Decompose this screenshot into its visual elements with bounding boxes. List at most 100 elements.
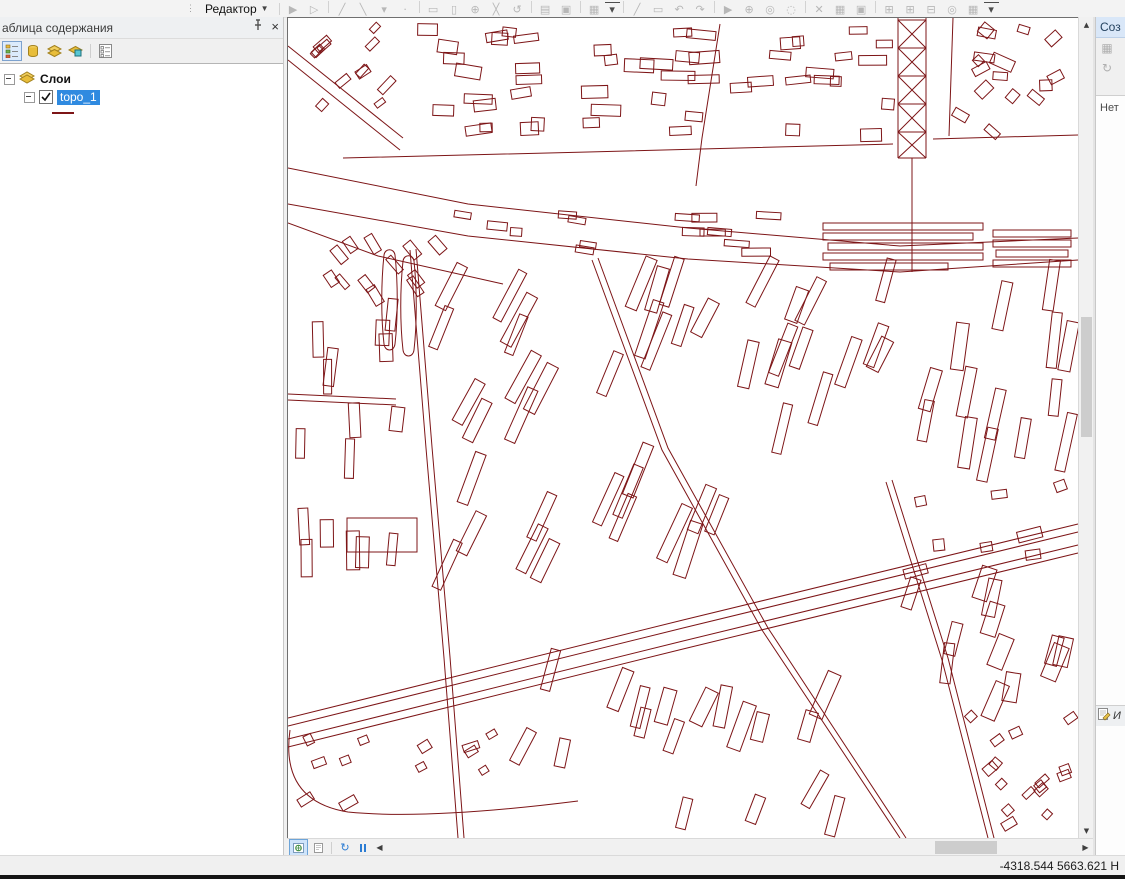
list-by-source-icon[interactable] <box>23 41 43 61</box>
data-view-button[interactable] <box>289 839 308 856</box>
split-tool-icon[interactable]: ╳ <box>486 2 507 18</box>
select-features-icon[interactable]: ▶ <box>718 2 739 18</box>
toolbar-separator <box>419 1 420 13</box>
horizontal-scroll-thumb[interactable] <box>935 841 997 854</box>
list-by-visibility-icon[interactable] <box>44 41 64 61</box>
explode-tool-icon[interactable]: ⊞ <box>879 2 900 18</box>
move-tool-icon[interactable]: ⊕ <box>739 2 760 18</box>
toolbar-separator <box>328 1 329 13</box>
arcmap-window: ⋮ Редактор ▼ ▶▷╱╲▾·▭▯⊕╳↺▤▣▦▾╱▭↶↷▶⊕◎◌✕▦▣⊞… <box>0 0 1125 879</box>
scrollbar-separator <box>331 842 332 854</box>
construction-tools-icon <box>1098 708 1111 724</box>
map-canvas[interactable] <box>287 17 1079 839</box>
layer-name-label[interactable]: topo_1 <box>57 90 100 105</box>
status-bar: -4318.544 5663.621 Н <box>0 855 1125 876</box>
toc-toolbar-separator <box>90 44 91 58</box>
taskbar-edge <box>0 875 1125 879</box>
map-horizontal-scrollbar[interactable]: ↻ ◀ ▶ <box>287 838 1093 856</box>
edit-annotation-tool-icon[interactable]: ▷ <box>304 2 325 18</box>
toc-toolbar <box>0 39 283 63</box>
snapping-tool-icon[interactable]: ╱ <box>627 2 648 18</box>
construction-dropdown-icon[interactable]: ▾ <box>374 2 395 18</box>
toc-options-icon[interactable] <box>95 41 115 61</box>
construct-points-icon[interactable]: ⊞ <box>900 2 921 18</box>
attributes-button-icon[interactable]: ▤ <box>535 2 556 18</box>
templates-list: Нет <box>1096 95 1125 706</box>
rotate-tool-icon[interactable]: ↺ <box>507 2 528 18</box>
layer-visibility-checkbox[interactable] <box>39 90 53 104</box>
redo-icon[interactable]: ↷ <box>690 2 711 18</box>
create-features-icon[interactable]: ▦ <box>584 2 605 18</box>
templates-icon[interactable]: ▦ <box>1096 38 1118 58</box>
toolbar-drag-handle-icon[interactable]: ⋮ <box>186 3 195 14</box>
collapse-icon[interactable] <box>24 92 35 103</box>
map-vertical-scrollbar[interactable]: ▲ ▼ <box>1078 17 1094 838</box>
undo-icon[interactable]: ↶ <box>669 2 690 18</box>
save-edits-icon[interactable]: ▭ <box>648 2 669 18</box>
hatch-tool-icon[interactable]: ▦ <box>830 2 851 18</box>
vertical-scroll-thumb[interactable] <box>1081 317 1092 437</box>
map-roads-layer <box>288 18 1078 838</box>
construction-tools-body <box>1096 726 1125 855</box>
annotation-tool-icon[interactable]: ▣ <box>851 2 872 18</box>
no-templates-text: Нет <box>1100 102 1125 114</box>
sketch-properties-icon[interactable]: ▣ <box>556 2 577 18</box>
create-features-panel: Соз ▦ ↻ Нет И <box>1095 17 1125 855</box>
feature-construction-icon[interactable]: ⊕ <box>465 2 486 18</box>
layer-row[interactable]: topo_1 <box>0 88 283 106</box>
editor-overflow-icon[interactable]: ▾ <box>605 2 620 16</box>
close-icon[interactable]: × <box>271 21 279 33</box>
construction-tools-label: И <box>1113 710 1121 722</box>
toolbar-separator <box>580 1 581 13</box>
layout-view-button[interactable] <box>310 840 327 855</box>
toolbar-separator <box>875 1 876 13</box>
layers-group-label: Слои <box>40 72 71 86</box>
table-of-contents-panel: аблица содержания × Слои <box>0 17 284 855</box>
toc-title: аблица содержания <box>2 21 113 35</box>
midpoint-tool-icon[interactable]: · <box>395 2 416 18</box>
coordinate-readout: -4318.544 5663.621 Н <box>1000 859 1119 873</box>
toolbar-spacer <box>0 0 184 17</box>
horizontal-scroll-track[interactable] <box>387 840 1078 855</box>
cut-polygons-tool-icon[interactable]: ▭ <box>423 2 444 18</box>
edit-tool-icon[interactable]: ▶ <box>283 2 304 18</box>
scroll-right-icon[interactable]: ▶ <box>1078 843 1093 852</box>
construction-tools-header[interactable]: И <box>1096 705 1125 727</box>
refresh-view-icon[interactable]: ↻ <box>336 841 354 854</box>
endpoint-arc-tool-icon[interactable]: ╲ <box>353 2 374 18</box>
buffer-tool-icon[interactable]: ◎ <box>942 2 963 18</box>
editor-menu-button[interactable]: Редактор ▼ <box>198 1 276 16</box>
pause-drawing-icon[interactable] <box>354 844 372 852</box>
toc-titlebar[interactable]: аблица содержания × <box>0 17 283 39</box>
layer-line-symbol[interactable] <box>52 112 74 114</box>
scroll-left-icon[interactable]: ◀ <box>372 843 387 852</box>
list-by-drawing-order-icon[interactable] <box>2 41 22 61</box>
create-features-titlebar[interactable]: Соз <box>1096 17 1125 38</box>
toolbar-separator <box>531 1 532 13</box>
chevron-down-icon: ▼ <box>261 4 269 13</box>
create-features-title: Соз <box>1100 20 1121 34</box>
toolbar-separator <box>714 1 715 13</box>
scroll-down-icon[interactable]: ▼ <box>1079 823 1094 838</box>
editor-menu-label: Редактор <box>205 2 257 16</box>
copy-parallel-icon[interactable]: ⊟ <box>921 2 942 18</box>
scroll-up-icon[interactable]: ▲ <box>1079 17 1094 32</box>
target-tool-icon[interactable]: ◌ <box>781 2 802 18</box>
pin-icon[interactable] <box>253 19 263 34</box>
list-by-selection-icon[interactable] <box>65 41 85 61</box>
grid-tool-icon[interactable]: ▦ <box>963 2 984 18</box>
map-drawing <box>288 18 1079 839</box>
editor-toolbar: ⋮ Редактор ▼ ▶▷╱╲▾·▭▯⊕╳↺▤▣▦▾╱▭↶↷▶⊕◎◌✕▦▣⊞… <box>0 0 1125 18</box>
rotate-feature-icon[interactable]: ◎ <box>760 2 781 18</box>
toc-tree: Слои topo_1 <box>0 63 283 862</box>
layers-group-icon <box>19 71 36 87</box>
delete-tool-icon[interactable]: ✕ <box>809 2 830 18</box>
map-buildings-layer <box>296 22 1079 837</box>
toolbar-overflow-icon[interactable]: ▾ <box>984 2 999 16</box>
collapse-icon[interactable] <box>4 74 15 85</box>
reshape-feature-tool-icon[interactable]: ▯ <box>444 2 465 18</box>
toolbar-icons: ▶▷╱╲▾·▭▯⊕╳↺▤▣▦▾╱▭↶↷▶⊕◎◌✕▦▣⊞⊞⊟◎▦▾ <box>283 0 999 18</box>
straight-segment-tool-icon[interactable]: ╱ <box>332 2 353 18</box>
organize-icon[interactable]: ↻ <box>1096 58 1118 78</box>
layers-group-row[interactable]: Слои <box>0 70 283 88</box>
